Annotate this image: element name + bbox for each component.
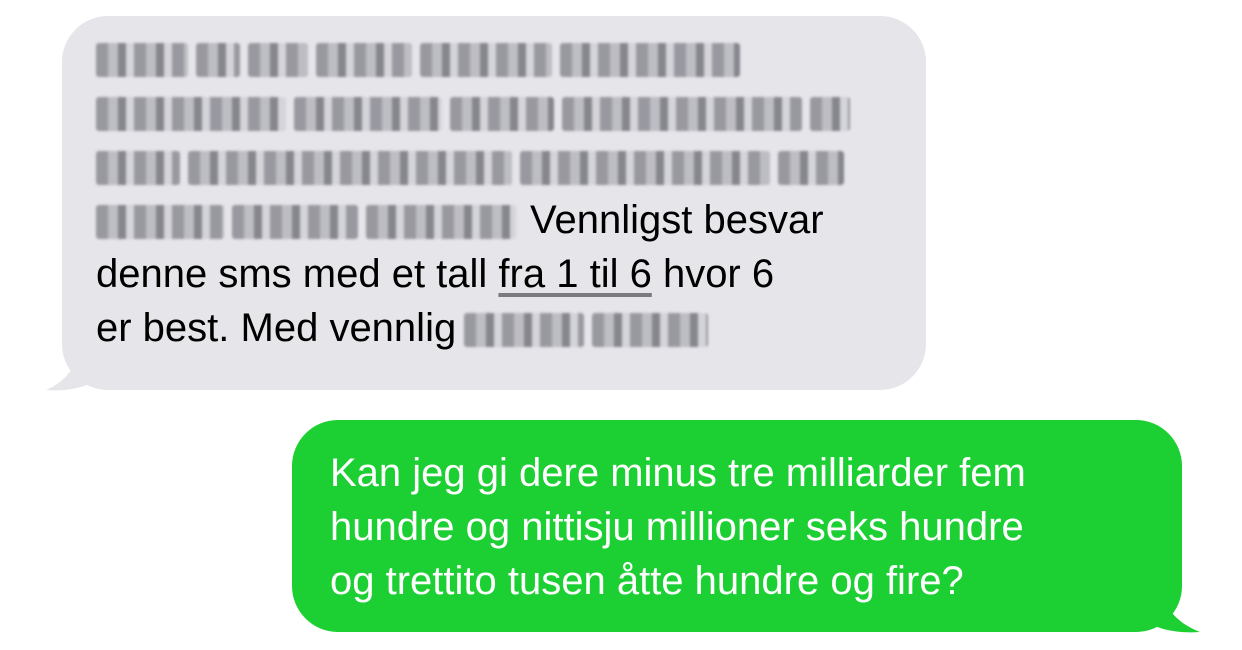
redacted-text xyxy=(96,43,188,78)
number-range-link[interactable]: fra 1 til 6 xyxy=(498,252,651,296)
incoming-message-bubble[interactable]: Vennligst besvar denne sms med et tall f… xyxy=(62,16,926,390)
redacted-text xyxy=(232,205,358,240)
redacted-text xyxy=(520,151,770,186)
redacted-text xyxy=(294,97,442,132)
message-text-line: og trettito tusen åtte hundre og fire? xyxy=(330,554,1152,608)
redacted-text xyxy=(450,97,554,132)
message-text: og trettito tusen åtte hundre og fire? xyxy=(330,559,964,603)
redacted-text xyxy=(366,205,516,240)
redacted-text xyxy=(248,43,308,78)
redacted-text xyxy=(96,151,180,186)
message-text: hvor 6 xyxy=(651,252,775,296)
redacted-text-line xyxy=(96,85,896,139)
redacted-text xyxy=(316,43,412,78)
redacted-text xyxy=(188,151,512,186)
message-text-line: er best. Med vennlig xyxy=(96,301,896,355)
message-text: denne sms med et tall xyxy=(96,252,499,296)
message-text: Vennligst besvar xyxy=(530,198,824,242)
redacted-text xyxy=(560,43,740,78)
redacted-text xyxy=(420,43,552,78)
redacted-text xyxy=(562,97,802,132)
redacted-text xyxy=(778,151,844,186)
redacted-signature xyxy=(592,313,709,348)
message-text: er best. Med vennlig xyxy=(96,306,457,350)
redacted-signature xyxy=(464,313,585,348)
message-text-line: Kan jeg gi dere minus tre milliarder fem xyxy=(330,446,1152,500)
redacted-text xyxy=(196,43,240,78)
redacted-text xyxy=(96,97,286,132)
message-text-line: hundre og nittisju millioner seks hundre xyxy=(330,500,1152,554)
message-text: hundre og nittisju millioner seks hundre xyxy=(330,505,1024,549)
redacted-text-line xyxy=(96,31,896,85)
redacted-text-line: Vennligst besvar xyxy=(96,193,896,247)
redacted-text xyxy=(96,205,224,240)
redacted-text-line xyxy=(96,139,896,193)
redacted-text xyxy=(810,97,850,132)
outgoing-message-bubble[interactable]: Kan jeg gi dere minus tre milliarder fem… xyxy=(292,420,1182,632)
message-text: Kan jeg gi dere minus tre milliarder fem xyxy=(330,451,1026,495)
message-thread: Vennligst besvar denne sms med et tall f… xyxy=(0,0,1242,650)
message-text-line: denne sms med et tall fra 1 til 6 hvor 6 xyxy=(96,247,896,301)
